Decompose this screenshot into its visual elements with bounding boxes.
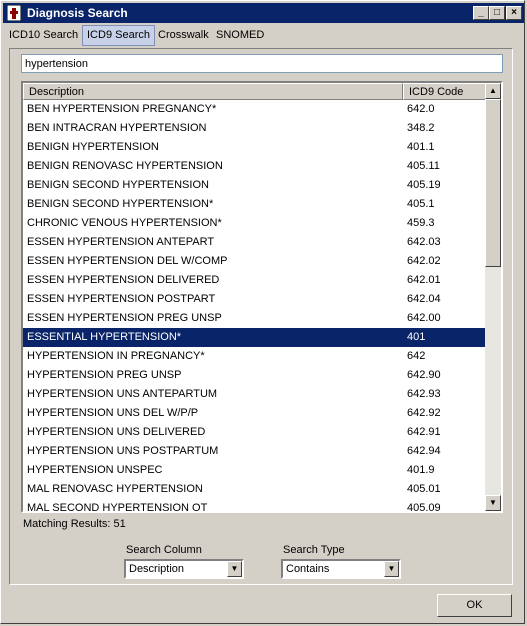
table-row[interactable]: ESSEN HYPERTENSION DEL W/COMP 642.02	[23, 252, 486, 271]
cell-description: HYPERTENSION UNS ANTEPARTUM	[27, 388, 218, 400]
chevron-down-icon[interactable]: ▼	[227, 561, 242, 577]
cell-description: ESSENTIAL HYPERTENSION*	[27, 331, 182, 343]
minimize-button[interactable]: _	[473, 6, 489, 20]
cell-icd9-code: 642.92	[407, 407, 441, 419]
table-row[interactable]: BENIGN SECOND HYPERTENSION 405.19	[23, 176, 486, 195]
diagnosis-search-window: Diagnosis Search _ □ × ICD10 Search ICD9…	[0, 0, 525, 624]
table-row[interactable]: ESSEN HYPERTENSION ANTEPART 642.03	[23, 233, 486, 252]
close-button[interactable]: ×	[506, 6, 522, 20]
cell-description: BENIGN SECOND HYPERTENSION*	[27, 198, 214, 210]
tab-icd10-search[interactable]: ICD10 Search	[5, 25, 82, 46]
cell-icd9-code: 401.9	[407, 464, 435, 476]
grid-rows: BEN HYPERTENSION PREGNANCY* 642.0 BEN INTR…	[23, 100, 486, 513]
maximize-button[interactable]: □	[489, 6, 505, 20]
vertical-scrollbar[interactable]: ▲ ▼	[485, 83, 501, 511]
cell-icd9-code: 405.1	[407, 198, 435, 210]
cell-icd9-code: 405.01	[407, 483, 441, 495]
table-row[interactable]: HYPERTENSION UNSPEC 401.9	[23, 461, 486, 480]
chevron-down-icon[interactable]: ▼	[384, 561, 399, 577]
cell-description: BENIGN RENOVASC HYPERTENSION	[27, 160, 223, 172]
cell-description: BENIGN HYPERTENSION	[27, 141, 159, 153]
table-row[interactable]: BENIGN SECOND HYPERTENSION* 405.1	[23, 195, 486, 214]
cell-icd9-code: 401.1	[407, 141, 435, 153]
matching-results: Matching Results: 51	[23, 518, 126, 530]
cell-description: CHRONIC VENOUS HYPERTENSION*	[27, 217, 222, 229]
table-row[interactable]: ESSEN HYPERTENSION POSTPART 642.04	[23, 290, 486, 309]
cell-description: BEN HYPERTENSION PREGNANCY*	[27, 103, 217, 115]
cell-icd9-code: 459.3	[407, 217, 435, 229]
cell-description: HYPERTENSION UNS POSTPARTUM	[27, 445, 219, 457]
app-icon	[7, 5, 21, 21]
table-row[interactable]: ESSEN HYPERTENSION DELIVERED 642.01	[23, 271, 486, 290]
table-row[interactable]: HYPERTENSION PREG UNSP 642.90	[23, 366, 486, 385]
search-input[interactable]	[21, 54, 503, 73]
cell-icd9-code: 642.94	[407, 445, 441, 457]
cell-icd9-code: 642.0	[407, 103, 435, 115]
search-type-label: Search Type	[283, 544, 345, 556]
cell-icd9-code: 405.09	[407, 502, 441, 513]
search-type-select[interactable]: Contains ▼	[281, 559, 401, 579]
cell-icd9-code: 642.04	[407, 293, 441, 305]
table-row[interactable]: MAL SECOND HYPERTENSION OT 405.09	[23, 499, 486, 513]
tab-strip: ICD10 Search ICD9 Search Crosswalk SNOME…	[1, 25, 524, 47]
cell-icd9-code: 642.03	[407, 236, 441, 248]
grid-header: Description ICD9 Code	[23, 83, 486, 100]
scroll-thumb[interactable]	[485, 99, 501, 267]
table-row[interactable]: ESSEN HYPERTENSION PREG UNSP 642.00	[23, 309, 486, 328]
table-row[interactable]: CHRONIC VENOUS HYPERTENSION* 459.3	[23, 214, 486, 233]
cell-description: HYPERTENSION PREG UNSP	[27, 369, 182, 381]
cell-icd9-code: 405.11	[407, 160, 440, 172]
table-row[interactable]: HYPERTENSION UNS DELIVERED 642.91	[23, 423, 486, 442]
table-row[interactable]: HYPERTENSION UNS POSTPARTUM 642.94	[23, 442, 486, 461]
column-header-icd9-code[interactable]: ICD9 Code	[403, 83, 486, 100]
cell-description: MAL RENOVASC HYPERTENSION	[27, 483, 203, 495]
search-column-label: Search Column	[126, 544, 202, 556]
search-column-select[interactable]: Description ▼	[124, 559, 244, 579]
scroll-down-icon[interactable]: ▼	[485, 495, 501, 511]
cell-icd9-code: 642.00	[407, 312, 441, 324]
cell-description: ESSEN HYPERTENSION POSTPART	[27, 293, 216, 305]
cell-icd9-code: 642.02	[407, 255, 441, 267]
cell-icd9-code: 642.01	[407, 274, 441, 286]
window-title: Diagnosis Search	[27, 6, 128, 20]
cell-description: MAL SECOND HYPERTENSION OT	[27, 502, 208, 513]
cell-description: HYPERTENSION IN PREGNANCY*	[27, 350, 205, 362]
cell-icd9-code: 401	[407, 331, 426, 343]
table-row[interactable]: HYPERTENSION UNS DEL W/P/P 642.92	[23, 404, 486, 423]
cell-icd9-code: 642.90	[407, 369, 441, 381]
table-row[interactable]: BEN INTRACRAN HYPERTENSION 348.2	[23, 119, 486, 138]
cell-icd9-code: 642.93	[407, 388, 441, 400]
cell-description: ESSEN HYPERTENSION DEL W/COMP	[27, 255, 228, 267]
tab-icd9-search[interactable]: ICD9 Search	[82, 25, 155, 46]
cell-description: ESSEN HYPERTENSION ANTEPART	[27, 236, 215, 248]
search-type-value: Contains	[286, 563, 330, 575]
cell-description: ESSEN HYPERTENSION DELIVERED	[27, 274, 220, 286]
cell-description: BENIGN SECOND HYPERTENSION	[27, 179, 209, 191]
cell-description: HYPERTENSION UNS DELIVERED	[27, 426, 206, 438]
search-column-value: Description	[129, 563, 185, 575]
table-row[interactable]: ESSENTIAL HYPERTENSION* 401	[23, 328, 486, 347]
cell-icd9-code: 642	[407, 350, 426, 362]
cell-description: ESSEN HYPERTENSION PREG UNSP	[27, 312, 222, 324]
cell-description: BEN INTRACRAN HYPERTENSION	[27, 122, 207, 134]
cell-icd9-code: 405.19	[407, 179, 441, 191]
table-row[interactable]: HYPERTENSION UNS ANTEPARTUM 642.93	[23, 385, 486, 404]
cell-description: HYPERTENSION UNSPEC	[27, 464, 163, 476]
cell-description: HYPERTENSION UNS DEL W/P/P	[27, 407, 199, 419]
table-row[interactable]: BEN HYPERTENSION PREGNANCY* 642.0	[23, 100, 486, 119]
results-grid[interactable]: Description ICD9 Code BEN HYPERTENSION P…	[21, 81, 503, 513]
table-row[interactable]: HYPERTENSION IN PREGNANCY* 642	[23, 347, 486, 366]
scroll-up-icon[interactable]: ▲	[485, 83, 501, 99]
cell-icd9-code: 642.91	[407, 426, 441, 438]
cell-icd9-code: 348.2	[407, 122, 435, 134]
title-bar[interactable]: Diagnosis Search _ □ ×	[3, 3, 524, 23]
ok-button[interactable]: OK	[437, 594, 512, 617]
table-row[interactable]: BENIGN HYPERTENSION 401.1	[23, 138, 486, 157]
table-row[interactable]: MAL RENOVASC HYPERTENSION 405.01	[23, 480, 486, 499]
tab-crosswalk[interactable]: Crosswalk	[154, 25, 213, 46]
tab-snomed[interactable]: SNOMED	[212, 25, 268, 46]
table-row[interactable]: BENIGN RENOVASC HYPERTENSION 405.11	[23, 157, 486, 176]
column-header-description[interactable]: Description	[23, 83, 403, 100]
